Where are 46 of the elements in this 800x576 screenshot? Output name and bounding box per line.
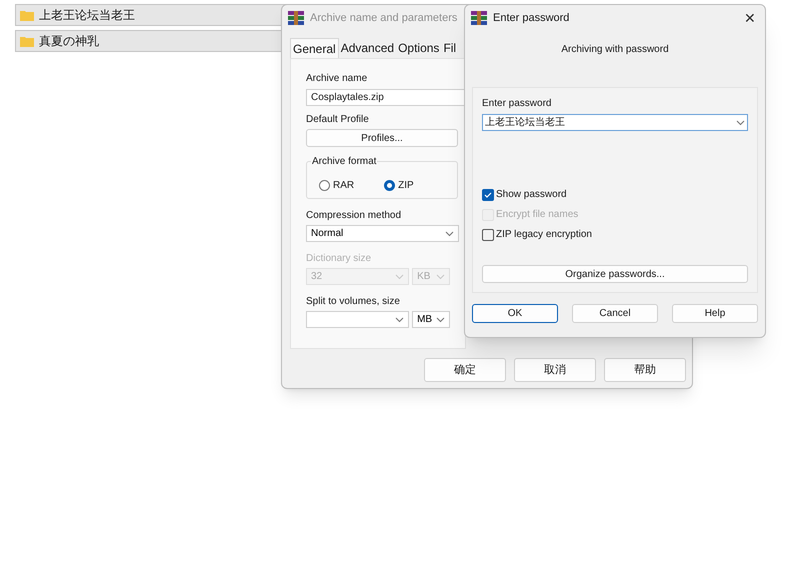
dropdown[interactable]: Normal (306, 225, 459, 242)
dialog-button[interactable]: 确定 (424, 358, 506, 382)
app-icon (471, 11, 487, 25)
chevron-down-icon (445, 230, 454, 236)
tab[interactable]: Advanced (338, 38, 396, 58)
tab[interactable]: General (290, 38, 339, 58)
field-label: Archive name (306, 72, 368, 86)
dialog-button[interactable]: Help (672, 304, 758, 323)
chevron-down-icon (736, 120, 745, 126)
folder-name: 上老王论坛当老王 (39, 7, 135, 24)
window-title: Enter password (493, 10, 570, 26)
field-label: Default Profile (306, 113, 370, 127)
tab[interactable]: Fil (441, 38, 458, 58)
checkbox-option[interactable]: ZIP legacy encryption (482, 227, 748, 242)
folder-icon (20, 36, 34, 46)
dialog-subtitle: Archiving with password (560, 43, 670, 57)
folder-name: 真夏の神乳 (39, 33, 99, 50)
checkbox-option[interactable]: Show password (482, 187, 748, 202)
field-label: Split to volumes, size (306, 295, 401, 309)
folder-icon (20, 10, 34, 20)
chevron-down-icon (395, 274, 404, 280)
chevron-down-icon (395, 316, 404, 322)
chevron-down-icon (436, 316, 445, 322)
radio-option[interactable]: ZIP (384, 178, 414, 193)
tab[interactable]: Options (396, 38, 442, 58)
radio-button[interactable] (384, 180, 396, 191)
checkbox[interactable] (482, 188, 494, 200)
close-button[interactable]: ✕ (735, 5, 765, 31)
dialog-button[interactable]: 帮助 (604, 358, 686, 382)
checkbox[interactable] (482, 228, 494, 240)
radio-button[interactable] (319, 180, 330, 191)
profiles-button[interactable]: Profiles... (306, 129, 458, 147)
app-icon (288, 11, 304, 25)
organize-passwords-button[interactable]: Organize passwords... (482, 265, 748, 283)
dropdown[interactable]: MB (412, 311, 450, 328)
dialog-button[interactable]: Cancel (572, 304, 658, 323)
password-field[interactable]: 上老王论坛当老王 (482, 114, 748, 131)
radio-option[interactable]: RAR (319, 178, 354, 193)
window-title: Archive name and parameters (310, 10, 458, 26)
field-label: Enter password (482, 97, 552, 111)
chevron-down-icon (436, 274, 445, 280)
dialog-button[interactable]: OK (472, 304, 558, 323)
field-label: Compression method (306, 209, 402, 223)
checkmark-icon (484, 192, 492, 198)
dialog-button[interactable]: 取消 (514, 358, 596, 382)
field-label: Dictionary size (306, 252, 372, 266)
